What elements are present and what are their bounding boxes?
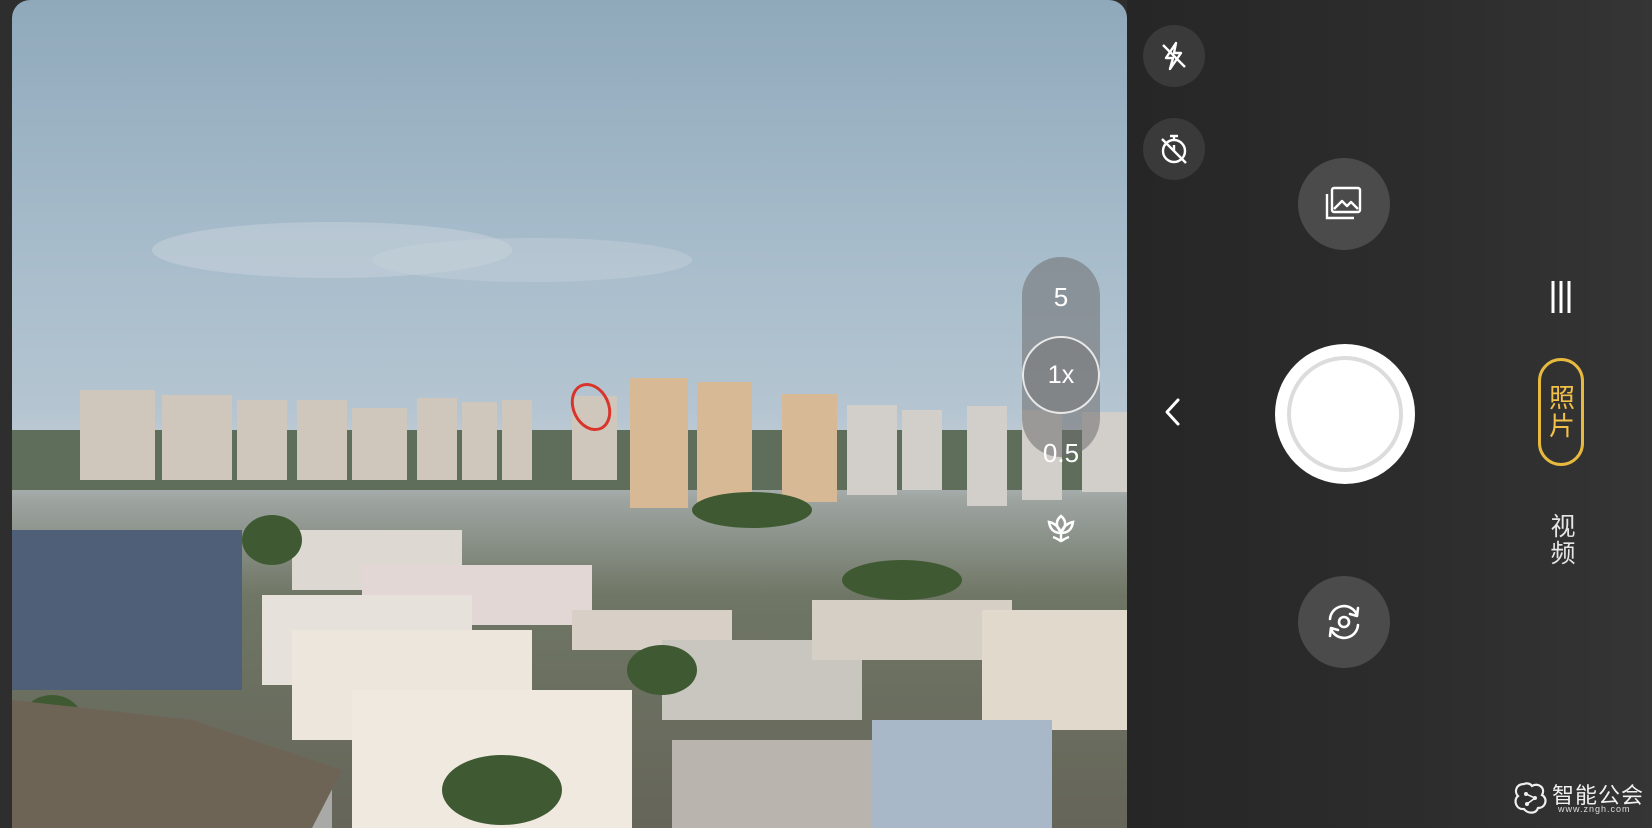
zoom-option-1x[interactable]: 1x [1022,336,1100,414]
timer-off-icon [1161,134,1187,164]
menu-bars-icon[interactable] [1547,278,1575,316]
gallery-button[interactable] [1298,158,1390,250]
flip-camera-button[interactable] [1298,576,1390,668]
flash-off-icon [1162,41,1186,71]
watermark: 智能公会 www.zngh.com [1510,778,1650,822]
macro-flower-icon[interactable] [1044,510,1078,548]
brain-logo-icon [1514,782,1547,814]
flip-camera-icon [1328,604,1360,640]
mode-video-tab[interactable]: 视频 [1540,505,1582,575]
zoom-option-0-5[interactable]: 0.5 [1022,438,1100,469]
zoom-option-5[interactable]: 5 [1022,282,1100,313]
shutter-inner-ring [1287,356,1403,472]
mode-photo-tab[interactable]: 照片 [1538,358,1584,466]
gallery-icon [1325,186,1362,220]
watermark-url: www.zngh.com [1558,804,1631,814]
timer-toggle-button[interactable] [1143,118,1205,180]
camera-viewfinder[interactable] [12,0,1127,828]
shutter-button[interactable] [1275,344,1415,484]
chevron-left-icon[interactable] [1162,396,1184,428]
scene-image [12,222,1127,828]
flash-toggle-button[interactable] [1143,25,1205,87]
